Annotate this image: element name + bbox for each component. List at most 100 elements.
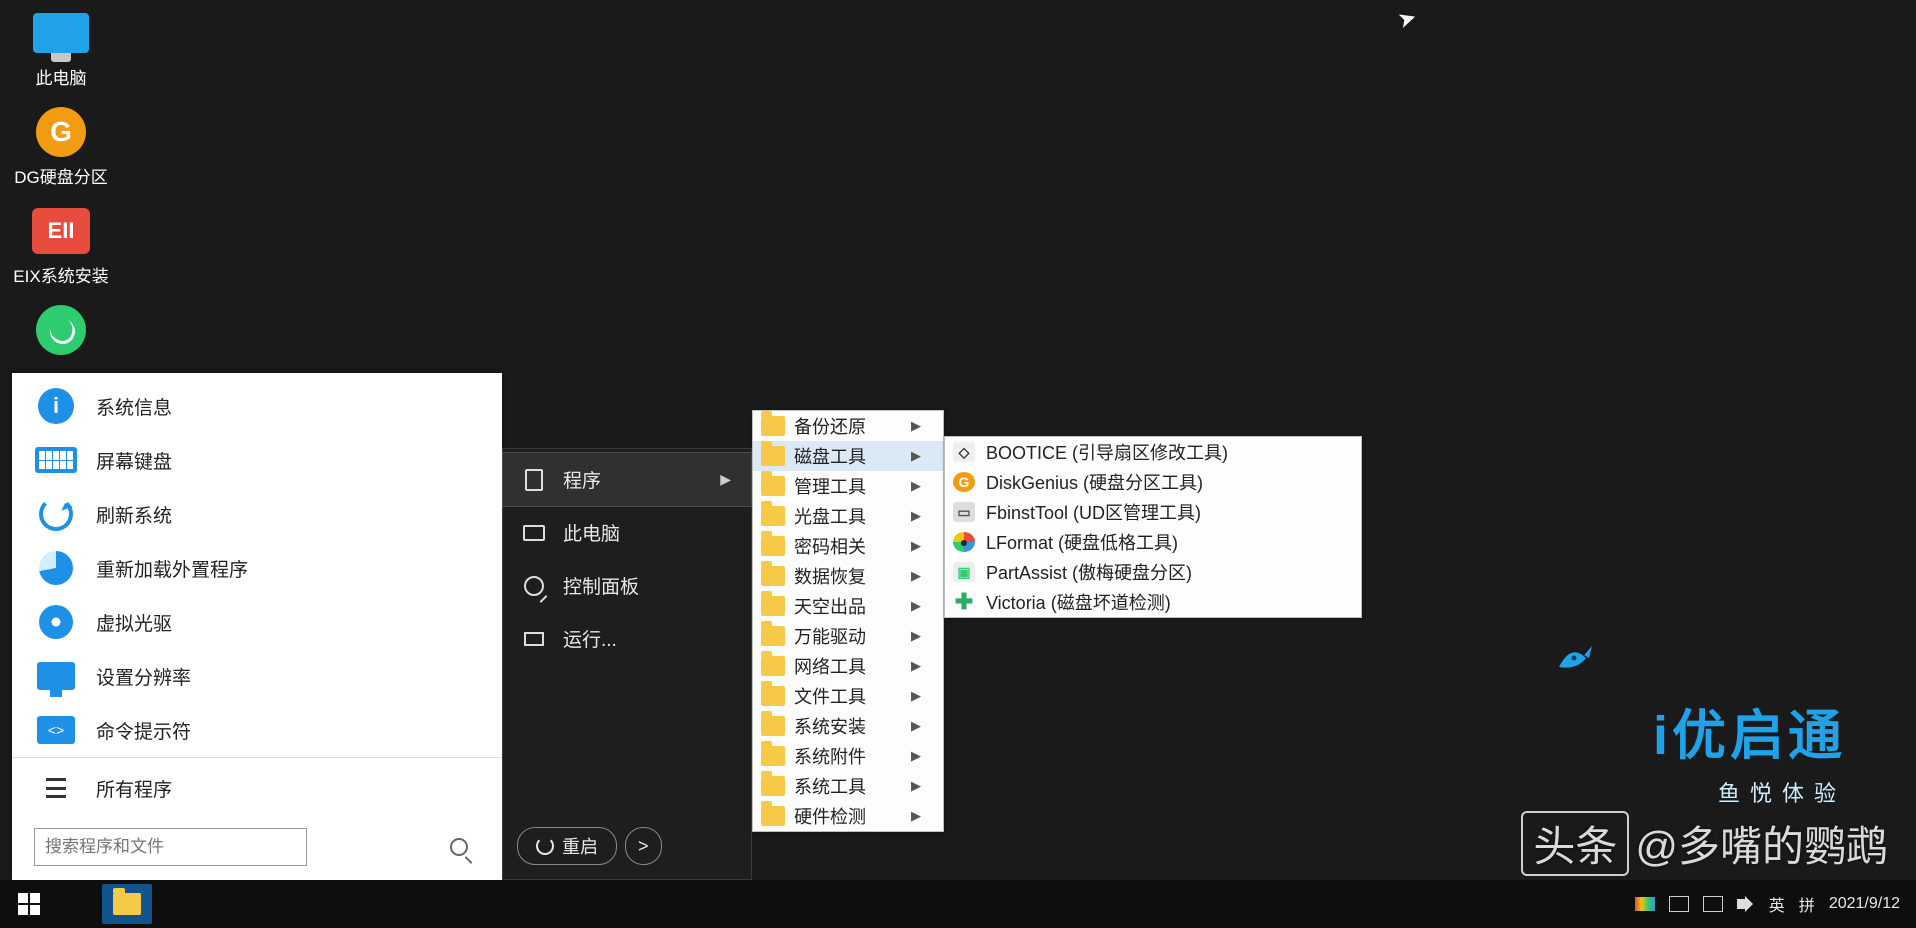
submenu-item[interactable]: 网络工具▶	[753, 651, 943, 681]
start-menu-items: i 系统信息 屏幕键盘 刷新系统 重新加载外置程序 虚拟光驱 设置分辨率 <> …	[12, 373, 502, 757]
disc-icon	[34, 604, 78, 640]
app-item-label: LFormat (硬盘低格工具)	[986, 529, 1178, 555]
submenu-item[interactable]: 密码相关▶	[753, 531, 943, 561]
chevron-right-icon: ▶	[911, 718, 921, 734]
app-item-label: FbinstTool (UD区管理工具)	[986, 499, 1201, 525]
folder-icon	[761, 416, 785, 436]
submenu-item[interactable]: 光盘工具▶	[753, 501, 943, 531]
submenu-item[interactable]: 系统附件▶	[753, 741, 943, 771]
side-item-label: 程序	[563, 466, 601, 493]
monitor-icon	[523, 522, 545, 544]
side-item-programs[interactable]: 程序 ▶	[503, 453, 751, 506]
app-item[interactable]: ▣PartAssist (傲梅硬盘分区)	[945, 557, 1361, 587]
tray-icon[interactable]	[1669, 896, 1689, 912]
side-item-control-panel[interactable]: 控制面板	[503, 559, 751, 612]
start-item-reload[interactable]: 重新加载外置程序	[12, 541, 502, 595]
submenu-item[interactable]: 系统工具▶	[753, 771, 943, 801]
chevron-right-icon: ▶	[911, 448, 921, 464]
app-icon: ●	[953, 532, 975, 552]
start-item-vcd[interactable]: 虚拟光驱	[12, 595, 502, 649]
submenu-item-label: 万能驱动	[794, 623, 866, 649]
submenu-item-label: 密码相关	[794, 533, 866, 559]
submenu-item[interactable]: 系统安装▶	[753, 711, 943, 741]
desktop-icon-eix[interactable]: EII EIX系统安装	[6, 206, 116, 287]
chevron-right-icon: ▶	[911, 808, 921, 824]
tray-date[interactable]: 2021/9/12	[1829, 895, 1900, 913]
cmd-icon: <>	[34, 712, 78, 748]
start-all-programs[interactable]: 所有程序	[12, 757, 502, 818]
desktop-icon-label: EIX系统安装	[13, 262, 108, 287]
start-side-menu: 程序 ▶ 此电脑 控制面板 运行... 重启 >	[502, 448, 752, 880]
tray-icon[interactable]	[1703, 896, 1723, 912]
side-item-label: 控制面板	[563, 572, 639, 599]
side-item-this-pc[interactable]: 此电脑	[503, 506, 751, 559]
start-item-resolution[interactable]: 设置分辨率	[12, 649, 502, 703]
start-item-osk[interactable]: 屏幕键盘	[12, 433, 502, 487]
app-item[interactable]: GDiskGenius (硬盘分区工具)	[945, 467, 1361, 497]
folder-icon	[761, 716, 785, 736]
submenu-item[interactable]: 文件工具▶	[753, 681, 943, 711]
submenu-item-label: 光盘工具	[794, 503, 866, 529]
restart-icon	[536, 837, 554, 855]
app-item-label: Victoria (磁盘坏道检测)	[986, 589, 1171, 615]
folder-icon	[113, 893, 141, 915]
start-item-label: 虚拟光驱	[96, 609, 172, 636]
desktop-icon-this-pc[interactable]: 此电脑	[6, 8, 116, 89]
chevron-right-icon: ▶	[911, 658, 921, 674]
pie-icon	[34, 550, 78, 586]
folder-icon	[761, 596, 785, 616]
submenu-item-label: 系统工具	[794, 773, 866, 799]
submenu-item[interactable]: 管理工具▶	[753, 471, 943, 501]
app-item[interactable]: ◇ BOOTICE (引导扇区修改工具)	[945, 437, 1361, 467]
submenu-item[interactable]: 硬件检测▶	[753, 801, 943, 831]
restart-button[interactable]: 重启	[517, 827, 617, 865]
folder-icon	[761, 506, 785, 526]
watermark: 头条@多嘴的鹦鹉	[1521, 811, 1888, 876]
start-item-label: 重新加载外置程序	[96, 555, 248, 582]
cursor-icon: ➤	[1394, 4, 1420, 34]
ime-indicator[interactable]: 英	[1769, 892, 1785, 916]
submenu-item[interactable]: 天空出品▶	[753, 591, 943, 621]
side-item-label: 此电脑	[563, 519, 620, 546]
submenu-item[interactable]: 磁盘工具▶	[753, 441, 943, 471]
brand-title: i优启通	[1653, 691, 1846, 770]
run-icon	[523, 628, 545, 650]
submenu-item[interactable]: 数据恢复▶	[753, 561, 943, 591]
start-item-cmd[interactable]: <> 命令提示符	[12, 703, 502, 757]
start-menu: i 系统信息 屏幕键盘 刷新系统 重新加载外置程序 虚拟光驱 设置分辨率 <> …	[12, 373, 502, 880]
start-item-label: 屏幕键盘	[96, 447, 172, 474]
desktop-icon-dg[interactable]: G DG硬盘分区	[6, 107, 116, 188]
brand-logo: i优启通 鱼悦体验	[1653, 625, 1846, 808]
desktop-icon-green[interactable]	[6, 305, 116, 361]
color-tray-icon[interactable]	[1635, 897, 1655, 911]
folder-icon	[761, 806, 785, 826]
submenu-item[interactable]: 万能驱动 ▶	[753, 621, 943, 651]
folder-icon	[761, 746, 785, 766]
side-item-label: 运行...	[563, 625, 617, 652]
system-tray: 英 拼 2021/9/12	[1635, 892, 1916, 916]
start-item-label: 设置分辨率	[96, 663, 191, 690]
start-item-sysinfo[interactable]: i 系统信息	[12, 379, 502, 433]
start-button[interactable]	[0, 880, 58, 928]
chevron-right-icon: ▶	[911, 628, 921, 644]
ime-mode[interactable]: 拼	[1799, 892, 1815, 916]
chevron-right-icon: ▶	[911, 478, 921, 494]
app-item-label: BOOTICE (引导扇区修改工具)	[986, 439, 1228, 465]
fish-icon	[1536, 625, 1606, 685]
search-icon[interactable]	[450, 838, 468, 856]
app-item[interactable]: ▭FbinstTool (UD区管理工具)	[945, 497, 1361, 527]
start-item-refresh[interactable]: 刷新系统	[12, 487, 502, 541]
app-icon: ◇	[953, 442, 975, 462]
restart-more-button[interactable]: >	[625, 827, 662, 865]
app-item[interactable]: ● LFormat (硬盘低格工具)	[945, 527, 1361, 557]
submenu-item-label: 天空出品	[794, 593, 866, 619]
search-input[interactable]	[34, 828, 307, 866]
keyboard-icon	[34, 442, 78, 478]
app-item[interactable]: ✚Victoria (磁盘坏道检测)	[945, 587, 1361, 617]
side-item-run[interactable]: 运行...	[503, 612, 751, 665]
speaker-icon[interactable]	[1737, 896, 1755, 912]
start-search-row	[12, 818, 502, 880]
submenu-item[interactable]: 备份还原▶	[753, 411, 943, 441]
taskbar-explorer[interactable]	[102, 884, 152, 924]
folder-icon	[761, 446, 785, 466]
